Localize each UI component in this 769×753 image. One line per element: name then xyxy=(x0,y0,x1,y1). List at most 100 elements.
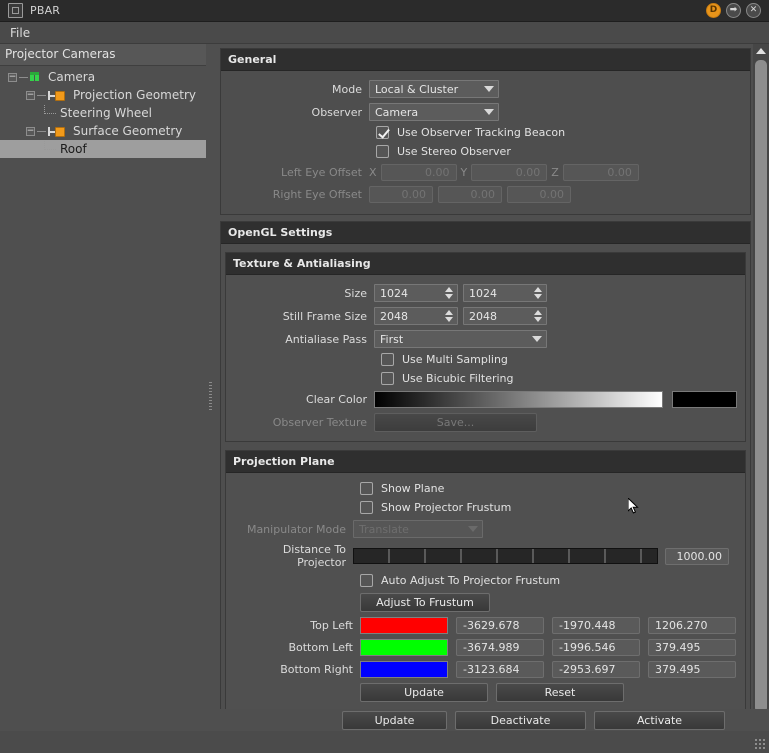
mode-label: Mode xyxy=(332,82,362,96)
settings-scrollbar[interactable] xyxy=(753,44,769,731)
scrollbar-thumb[interactable] xyxy=(755,60,767,713)
mode-value: Local & Cluster xyxy=(375,82,459,96)
size-width-spinbox[interactable]: 1024 xyxy=(374,284,458,302)
distance-to-projector-value[interactable]: 1000.00 xyxy=(665,547,729,565)
status-bar xyxy=(0,731,769,753)
bottom-right-corner-row: Bottom Right -3123.684 -2953.697 379.495 xyxy=(234,661,737,678)
bottom-right-x-field[interactable]: -3123.684 xyxy=(456,661,544,678)
left-eye-y-field[interactable]: 0.00 xyxy=(471,164,548,181)
spinner-arrows-icon[interactable] xyxy=(442,309,455,323)
tree-item-steering-wheel[interactable]: Steering Wheel xyxy=(0,104,206,122)
bottom-left-x-field[interactable]: -3674.989 xyxy=(456,639,544,656)
observer-texture-save-button[interactable]: Save... xyxy=(374,413,537,432)
use-tracking-beacon-row: Use Observer Tracking Beacon xyxy=(376,126,742,139)
bottom-right-color-swatch[interactable] xyxy=(360,661,448,678)
footer-update-button[interactable]: Update xyxy=(342,710,447,730)
tree-item-label: Surface Geometry xyxy=(73,124,183,138)
dock-button[interactable]: D xyxy=(706,3,721,18)
manipulator-mode-select[interactable]: Translate xyxy=(353,520,483,538)
bottom-left-color-swatch[interactable] xyxy=(360,639,448,656)
scroll-up-icon[interactable] xyxy=(753,44,769,58)
main-body: Projector Cameras − Camera − Projection … xyxy=(0,44,769,731)
tree-item-label: Camera xyxy=(48,70,96,84)
menu-item-file[interactable]: File xyxy=(0,24,40,42)
tree-connector xyxy=(19,76,28,78)
right-eye-x-field[interactable]: 0.00 xyxy=(369,186,433,203)
tree-item-surface-geometry[interactable]: − Surface Geometry xyxy=(0,122,206,140)
opengl-settings-body: Texture & Antialiasing Size 1024 1024 St… xyxy=(221,244,750,722)
size-width-value: 1024 xyxy=(380,286,408,300)
footer-button-bar: Update Deactivate Activate xyxy=(0,709,769,731)
distance-to-projector-slider[interactable] xyxy=(353,548,658,564)
tree-item-projection-geometry[interactable]: − Projection Geometry xyxy=(0,86,206,104)
use-stereo-observer-label: Use Stereo Observer xyxy=(397,145,511,158)
bottom-right-z-field[interactable]: 379.495 xyxy=(648,661,736,678)
top-left-x-field[interactable]: -3629.678 xyxy=(456,617,544,634)
top-left-z-field[interactable]: 1206.270 xyxy=(648,617,736,634)
projection-plane-body: Show Plane Show Projector Frustum Manipu… xyxy=(226,473,745,711)
use-tracking-beacon-checkbox[interactable] xyxy=(376,126,389,139)
chevron-down-icon[interactable] xyxy=(528,332,545,346)
distance-to-projector-row: Distance To Projector 1000.00 xyxy=(234,543,737,569)
chevron-down-icon[interactable] xyxy=(464,522,481,536)
left-eye-x-field[interactable]: 0.00 xyxy=(380,164,457,181)
use-multi-sampling-label: Use Multi Sampling xyxy=(402,353,508,366)
bottom-left-y-field[interactable]: -1996.546 xyxy=(552,639,640,656)
general-group: General Mode Local & Cluster Observer Ca… xyxy=(220,48,751,215)
adjust-to-frustum-button[interactable]: Adjust To Frustum xyxy=(360,593,490,612)
plane-update-button[interactable]: Update xyxy=(360,683,488,702)
show-plane-checkbox[interactable] xyxy=(360,482,373,495)
tree-connector xyxy=(44,104,56,114)
footer-activate-button[interactable]: Activate xyxy=(594,710,725,730)
manipulator-mode-value: Translate xyxy=(359,522,409,536)
show-projector-frustum-checkbox[interactable] xyxy=(360,501,373,514)
left-eye-z-field[interactable]: 0.00 xyxy=(562,164,639,181)
right-eye-y-field[interactable]: 0.00 xyxy=(438,186,502,203)
clear-color-row: Clear Color xyxy=(234,391,737,408)
plane-reset-button[interactable]: Reset xyxy=(496,683,624,702)
panel-splitter[interactable] xyxy=(206,44,214,731)
size-height-value: 1024 xyxy=(469,286,497,300)
bottom-left-z-field[interactable]: 379.495 xyxy=(648,639,736,656)
spinner-arrows-icon[interactable] xyxy=(442,286,455,300)
window-title: PBAR xyxy=(30,4,61,17)
spinner-arrows-icon[interactable] xyxy=(531,286,544,300)
close-icon[interactable]: ✕ xyxy=(746,3,761,18)
chevron-down-icon[interactable] xyxy=(480,105,497,119)
still-height-value: 2048 xyxy=(469,309,497,323)
top-left-y-field[interactable]: -1970.448 xyxy=(552,617,640,634)
show-plane-label: Show Plane xyxy=(381,482,445,495)
use-bicubic-filtering-row: Use Bicubic Filtering xyxy=(381,372,737,385)
resize-grip-icon[interactable] xyxy=(754,738,766,750)
collapse-toggle-icon[interactable]: − xyxy=(26,90,35,100)
auto-adjust-checkbox[interactable] xyxy=(360,574,373,587)
chevron-down-icon[interactable] xyxy=(480,82,497,96)
collapse-toggle-icon[interactable]: − xyxy=(8,72,17,82)
mode-select[interactable]: Local & Cluster xyxy=(369,80,499,98)
tree-item-roof[interactable]: Roof xyxy=(0,140,206,158)
detach-icon[interactable]: ➡ xyxy=(726,3,741,18)
size-row: Size 1024 1024 xyxy=(234,284,737,302)
right-eye-z-field[interactable]: 0.00 xyxy=(507,186,571,203)
size-height-spinbox[interactable]: 1024 xyxy=(463,284,547,302)
observer-row: Observer Camera xyxy=(229,103,742,121)
show-plane-row: Show Plane xyxy=(360,482,737,495)
use-multi-sampling-checkbox[interactable] xyxy=(381,353,394,366)
top-left-color-swatch[interactable] xyxy=(360,617,448,634)
antialiase-pass-select[interactable]: First xyxy=(374,330,547,348)
bottom-right-y-field[interactable]: -2953.697 xyxy=(552,661,640,678)
still-width-spinbox[interactable]: 2048 xyxy=(374,307,458,325)
tree-connector xyxy=(37,130,46,132)
clear-color-swatch[interactable] xyxy=(672,391,737,408)
plane-actions-row: Update Reset xyxy=(234,683,737,702)
spinner-arrows-icon[interactable] xyxy=(531,309,544,323)
footer-deactivate-button[interactable]: Deactivate xyxy=(455,710,586,730)
use-bicubic-filtering-checkbox[interactable] xyxy=(381,372,394,385)
observer-select[interactable]: Camera xyxy=(369,103,499,121)
use-stereo-observer-checkbox[interactable] xyxy=(376,145,389,158)
bottom-left-label: Bottom Left xyxy=(288,641,353,654)
collapse-toggle-icon[interactable]: − xyxy=(26,126,35,136)
clear-color-gradient-slider[interactable] xyxy=(374,391,664,408)
tree-item-camera[interactable]: − Camera xyxy=(0,68,206,86)
still-height-spinbox[interactable]: 2048 xyxy=(463,307,547,325)
